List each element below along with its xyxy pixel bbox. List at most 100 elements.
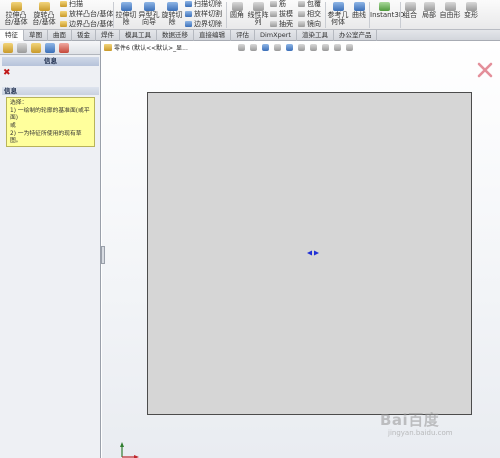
extrude-boss-label: 拉伸凸台/基体 bbox=[4, 11, 28, 26]
fillet-button[interactable]: 圆角 bbox=[228, 2, 246, 19]
tab-data-migration[interactable]: 数据迁移 bbox=[157, 30, 194, 41]
swept-cut-button[interactable]: 扫描切除 bbox=[185, 0, 222, 8]
message-line: 选择： bbox=[10, 100, 28, 106]
linear-pattern-button[interactable]: 线性阵列 bbox=[247, 2, 269, 26]
extrude-boss-button[interactable]: 拉伸凸台/基体 bbox=[3, 2, 29, 26]
instant3d-button[interactable]: Instant3D bbox=[370, 2, 404, 19]
sweep-button[interactable]: 扫描 bbox=[60, 0, 83, 8]
boundary-cut-label: 边界切除 bbox=[194, 20, 222, 28]
local-button[interactable]: 局部 bbox=[420, 2, 438, 19]
draft-label: 拔模 bbox=[279, 10, 293, 18]
panel-toolbar bbox=[0, 41, 100, 55]
message-line: 2) 一为特征所使用的现有草图。 bbox=[10, 131, 82, 144]
curves-label: 曲线 bbox=[352, 11, 366, 19]
freeform-button[interactable]: 自由形 bbox=[439, 2, 461, 19]
deform-label: 变形 bbox=[464, 11, 478, 19]
boundary-icon bbox=[60, 21, 67, 27]
draft-icon bbox=[270, 11, 277, 17]
tab-render-tools[interactable]: 渲染工具 bbox=[297, 30, 334, 41]
revolve-cut-button[interactable]: 旋转切除 bbox=[161, 2, 183, 26]
edit-appearance-icon[interactable] bbox=[322, 44, 329, 51]
dimxpert-manager-icon[interactable] bbox=[45, 43, 55, 53]
tab-office-products[interactable]: 办公室产品 bbox=[334, 30, 378, 41]
boundary-boss-button[interactable]: 边界凸台/基体 bbox=[60, 20, 113, 28]
loft-label: 放样凸台/基体 bbox=[69, 10, 114, 18]
apply-scene-icon[interactable] bbox=[334, 44, 341, 51]
linear-pattern-label: 线性阵列 bbox=[247, 11, 269, 26]
lofted-cut-button[interactable]: 放样切割 bbox=[185, 10, 222, 18]
previous-view-icon[interactable] bbox=[262, 44, 269, 51]
tab-sheet-metal[interactable]: 钣金 bbox=[72, 30, 96, 41]
tab-weldments[interactable]: 焊件 bbox=[96, 30, 120, 41]
intersect-button[interactable]: 相交 bbox=[298, 10, 321, 18]
configuration-manager-icon[interactable] bbox=[31, 43, 41, 53]
hole-wizard-label: 异型孔向导 bbox=[138, 11, 160, 26]
view-orientation-icon[interactable] bbox=[286, 44, 293, 51]
reference-geometry-icon bbox=[332, 2, 344, 11]
intersect-label: 相交 bbox=[307, 10, 321, 18]
view-settings-icon[interactable] bbox=[346, 44, 353, 51]
part-name[interactable]: 零件6 (默认<<默认>_显... bbox=[114, 43, 188, 52]
curves-button[interactable]: 曲线 bbox=[350, 2, 368, 19]
sweep-label: 扫描 bbox=[69, 0, 83, 8]
display-style-icon[interactable] bbox=[298, 44, 305, 51]
wrap-icon bbox=[298, 1, 305, 7]
loft-icon bbox=[60, 11, 67, 17]
boundary-cut-button[interactable]: 边界切除 bbox=[185, 20, 222, 28]
sweep-icon bbox=[60, 1, 67, 7]
command-manager-ribbon: 拉伸凸台/基体 旋转凸台/基体 扫描 放样凸台/基体 边界凸台/基体 拉伸切除 … bbox=[0, 0, 500, 30]
deform-button[interactable]: 变形 bbox=[462, 2, 480, 19]
combine-icon bbox=[404, 2, 416, 11]
rib-button[interactable]: 筋 bbox=[270, 0, 286, 8]
fillet-icon bbox=[231, 2, 243, 11]
swept-cut-icon bbox=[185, 1, 192, 7]
tab-evaluate[interactable]: 评估 bbox=[231, 30, 255, 41]
curves-icon bbox=[353, 2, 365, 11]
heads-up-view-toolbar bbox=[238, 43, 353, 52]
zoom-to-fit-icon[interactable] bbox=[238, 44, 245, 51]
shell-icon bbox=[270, 21, 277, 27]
tab-mold-tools[interactable]: 模具工具 bbox=[120, 30, 157, 41]
mirror-button[interactable]: 镜向 bbox=[298, 20, 321, 28]
tab-features[interactable]: 特征 bbox=[0, 30, 24, 41]
coordinate-triad-icon bbox=[120, 442, 139, 458]
wrap-button[interactable]: 包覆 bbox=[298, 0, 321, 8]
shell-button[interactable]: 抽壳 bbox=[270, 20, 293, 28]
panel-splitter-handle[interactable] bbox=[101, 246, 105, 264]
close-icon[interactable]: ✖ bbox=[3, 69, 12, 78]
property-manager-icon[interactable] bbox=[17, 43, 27, 53]
loft-boss-button[interactable]: 放样凸台/基体 bbox=[60, 10, 113, 18]
revolve-cut-label: 旋转切除 bbox=[161, 11, 183, 26]
hide-show-items-icon[interactable] bbox=[310, 44, 317, 51]
swept-cut-label: 扫描切除 bbox=[194, 0, 222, 8]
tab-dimxpert[interactable]: DimXpert bbox=[255, 30, 297, 41]
extrude-cut-button[interactable]: 拉伸切除 bbox=[115, 2, 137, 26]
part-icon bbox=[104, 44, 112, 51]
draft-button[interactable]: 拔模 bbox=[270, 10, 293, 18]
hole-wizard-button[interactable]: 异型孔向导 bbox=[138, 2, 160, 26]
reference-geometry-button[interactable]: 参考几何体 bbox=[327, 2, 349, 26]
combine-button[interactable]: 组合 bbox=[401, 2, 419, 19]
zoom-to-area-icon[interactable] bbox=[250, 44, 257, 51]
local-label: 局部 bbox=[422, 11, 436, 19]
tab-direct-editing[interactable]: 直接编辑 bbox=[194, 30, 231, 41]
tab-surfaces[interactable]: 曲面 bbox=[48, 30, 72, 41]
revolve-boss-icon bbox=[38, 2, 50, 11]
cancel-icon[interactable] bbox=[477, 62, 493, 78]
message-header[interactable]: 信息 bbox=[2, 87, 99, 95]
combine-label: 组合 bbox=[403, 11, 417, 19]
origin-icon bbox=[307, 250, 319, 256]
watermark-url: jingyan.baidu.com bbox=[388, 429, 453, 437]
section-view-icon[interactable] bbox=[274, 44, 281, 51]
rib-icon bbox=[270, 1, 277, 7]
mirror-label: 镜向 bbox=[307, 20, 321, 28]
tab-sketch[interactable]: 草图 bbox=[24, 30, 48, 41]
fillet-label: 圆角 bbox=[230, 11, 244, 19]
display-manager-icon[interactable] bbox=[59, 43, 69, 53]
revolve-cut-icon bbox=[166, 2, 178, 11]
freeform-icon bbox=[444, 2, 456, 11]
freeform-label: 自由形 bbox=[439, 11, 461, 19]
message-box: 选择： 1) 一绘制的轮廓的基准面(或平面) 或 2) 一为特征所使用的现有草图… bbox=[6, 97, 95, 147]
revolve-boss-button[interactable]: 旋转凸台/基体 bbox=[31, 2, 57, 26]
feature-tree-icon[interactable] bbox=[3, 43, 13, 53]
